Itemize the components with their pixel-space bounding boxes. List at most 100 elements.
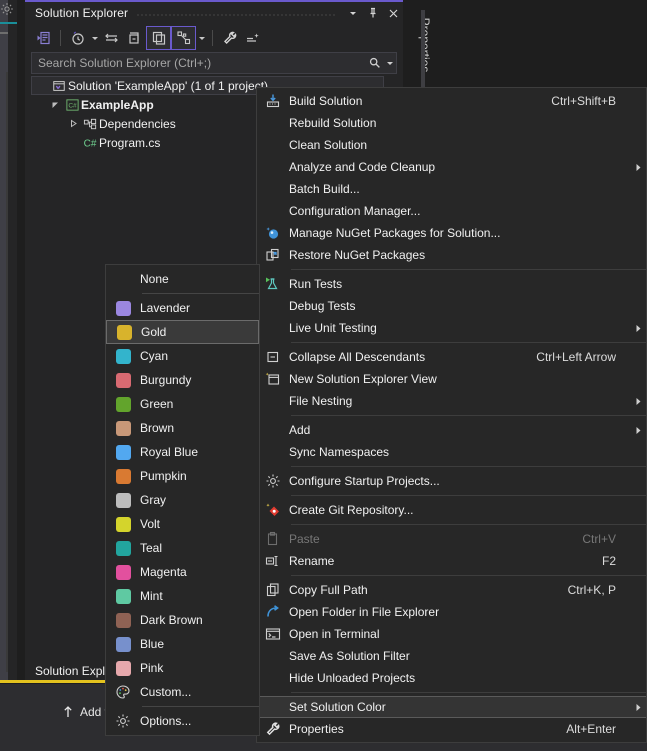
- wrench-icon: [257, 721, 289, 737]
- color-item-custom[interactable]: Custom...: [106, 680, 259, 704]
- menu-item-batch-build[interactable]: Batch Build...: [257, 178, 646, 200]
- view-class-diagram-caret-icon[interactable]: [196, 27, 207, 49]
- color-item-none[interactable]: None: [106, 267, 259, 291]
- sync-with-active-document-icon[interactable]: [100, 27, 123, 49]
- swatch-box: [116, 301, 131, 316]
- menu-separator: [291, 575, 646, 576]
- view-class-diagram-icon[interactable]: [171, 26, 196, 50]
- swatch-box: [116, 421, 131, 436]
- dependencies-icon: [81, 117, 99, 131]
- menu-item-paste: PasteCtrl+V: [257, 528, 646, 550]
- color-item-pink[interactable]: Pink: [106, 656, 259, 680]
- run-tests-icon: [257, 276, 289, 292]
- color-item-royal-blue[interactable]: Royal Blue: [106, 440, 259, 464]
- git-repository-icon: [257, 502, 289, 518]
- menu-item-analyze-and-code-cleanup[interactable]: Analyze and Code Cleanup: [257, 156, 646, 178]
- menu-item-new-solution-explorer-view[interactable]: New Solution Explorer View: [257, 368, 646, 390]
- color-item-lavender[interactable]: Lavender: [106, 296, 259, 320]
- swatch-box: [116, 493, 131, 508]
- color-item-cyan[interactable]: Cyan: [106, 344, 259, 368]
- menu-item-properties[interactable]: PropertiesAlt+Enter: [257, 718, 646, 740]
- left-scrollbar[interactable]: [6, 72, 8, 672]
- pending-changes-icon[interactable]: [66, 27, 89, 49]
- color-item-gray[interactable]: Gray: [106, 488, 259, 512]
- color-item-label: Pink: [140, 661, 163, 675]
- color-item-volt[interactable]: Volt: [106, 512, 259, 536]
- menu-item-configuration-manager[interactable]: Configuration Manager...: [257, 200, 646, 222]
- color-swatch: [106, 397, 140, 412]
- menu-item-run-tests[interactable]: Run Tests: [257, 273, 646, 295]
- menu-item-debug-tests[interactable]: Debug Tests: [257, 295, 646, 317]
- menu-item-copy-full-path[interactable]: Copy Full PathCtrl+K, P: [257, 579, 646, 601]
- submenu-arrow-icon: [630, 426, 646, 435]
- left-spacer: [17, 0, 25, 751]
- menu-item-rename[interactable]: RenameF2: [257, 550, 646, 572]
- menu-item-save-as-solution-filter[interactable]: Save As Solution Filter: [257, 645, 646, 667]
- menu-item-shortcut: Ctrl+Left Arrow: [536, 350, 630, 364]
- show-all-files-icon[interactable]: [146, 26, 171, 50]
- menu-item-open-in-terminal[interactable]: Open in Terminal: [257, 623, 646, 645]
- color-item-magenta[interactable]: Magenta: [106, 560, 259, 584]
- color-item-brown[interactable]: Brown: [106, 416, 259, 440]
- search-placeholder: Search Solution Explorer (Ctrl+;): [32, 56, 366, 70]
- color-item-label: Teal: [140, 541, 162, 555]
- menu-item-sync-namespaces[interactable]: Sync Namespaces: [257, 441, 646, 463]
- toolbar-separator: [60, 30, 61, 46]
- menu-separator: [291, 495, 646, 496]
- color-swatch: [106, 565, 140, 580]
- color-item-green[interactable]: Green: [106, 392, 259, 416]
- pending-changes-caret-icon[interactable]: [89, 27, 100, 49]
- color-item-pumpkin[interactable]: Pumpkin: [106, 464, 259, 488]
- home-icon[interactable]: [32, 27, 55, 49]
- tree-expander-expanded[interactable]: [47, 100, 63, 109]
- color-swatch: [106, 469, 140, 484]
- menu-item-add[interactable]: Add: [257, 419, 646, 441]
- color-item-blue[interactable]: Blue: [106, 632, 259, 656]
- menu-item-open-folder-in-file-explorer[interactable]: Open Folder in File Explorer: [257, 601, 646, 623]
- pin-icon[interactable]: [363, 3, 383, 23]
- menu-item-file-nesting[interactable]: File Nesting: [257, 390, 646, 412]
- color-item-label: Brown: [140, 421, 174, 435]
- menu-item-shortcut: Ctrl+V: [582, 532, 630, 546]
- collapse-all-icon[interactable]: [123, 27, 146, 49]
- search-options-caret-icon[interactable]: [384, 59, 396, 67]
- menu-item-clean-solution[interactable]: Clean Solution: [257, 134, 646, 156]
- search-input[interactable]: Search Solution Explorer (Ctrl+;): [31, 52, 397, 74]
- search-icon[interactable]: [366, 56, 384, 70]
- color-item-mint[interactable]: Mint: [106, 584, 259, 608]
- color-item-dark-brown[interactable]: Dark Brown: [106, 608, 259, 632]
- color-item-label: Options...: [140, 714, 191, 728]
- menu-item-rebuild-solution[interactable]: Rebuild Solution: [257, 112, 646, 134]
- preview-selected-items-icon[interactable]: [241, 27, 264, 49]
- menu-separator: [291, 342, 646, 343]
- gear-icon[interactable]: [0, 2, 14, 16]
- tree-expander-collapsed[interactable]: [65, 119, 81, 128]
- color-swatch: [106, 637, 140, 652]
- color-item-options[interactable]: Options...: [106, 709, 259, 733]
- left-rail-secondary: [8, 0, 17, 751]
- menu-item-label: Rebuild Solution: [289, 116, 616, 130]
- menu-item-collapse-all-descendants[interactable]: Collapse All DescendantsCtrl+Left Arrow: [257, 346, 646, 368]
- properties-wrench-icon[interactable]: [218, 27, 241, 49]
- color-item-teal[interactable]: Teal: [106, 536, 259, 560]
- menu-item-restore-nuget-packages[interactable]: Restore NuGet Packages: [257, 244, 646, 266]
- color-swatch: [106, 661, 140, 676]
- menu-item-label: Collapse All Descendants: [289, 350, 536, 364]
- swatch-box: [116, 589, 131, 604]
- color-item-gold[interactable]: Gold: [106, 320, 259, 344]
- menu-item-set-solution-color[interactable]: Set Solution Color: [257, 696, 646, 718]
- menu-item-configure-startup-projects[interactable]: Configure Startup Projects...: [257, 470, 646, 492]
- swatch-box: [116, 637, 131, 652]
- color-item-burgundy[interactable]: Burgundy: [106, 368, 259, 392]
- menu-item-live-unit-testing[interactable]: Live Unit Testing: [257, 317, 646, 339]
- menu-item-create-git-repository[interactable]: Create Git Repository...: [257, 499, 646, 521]
- toolbar-separator-2: [212, 30, 213, 46]
- menu-item-manage-nuget-packages-for-solution[interactable]: Manage NuGet Packages for Solution...: [257, 222, 646, 244]
- menu-item-label: Set Solution Color: [289, 700, 616, 714]
- menu-item-build-solution[interactable]: Build SolutionCtrl+Shift+B: [257, 90, 646, 112]
- menu-item-hide-unloaded-projects[interactable]: Hide Unloaded Projects: [257, 667, 646, 689]
- rename-icon: [257, 553, 289, 569]
- solution-explorer-toolbar: [25, 24, 403, 51]
- close-icon[interactable]: [383, 3, 403, 23]
- dropdown-icon[interactable]: [343, 3, 363, 23]
